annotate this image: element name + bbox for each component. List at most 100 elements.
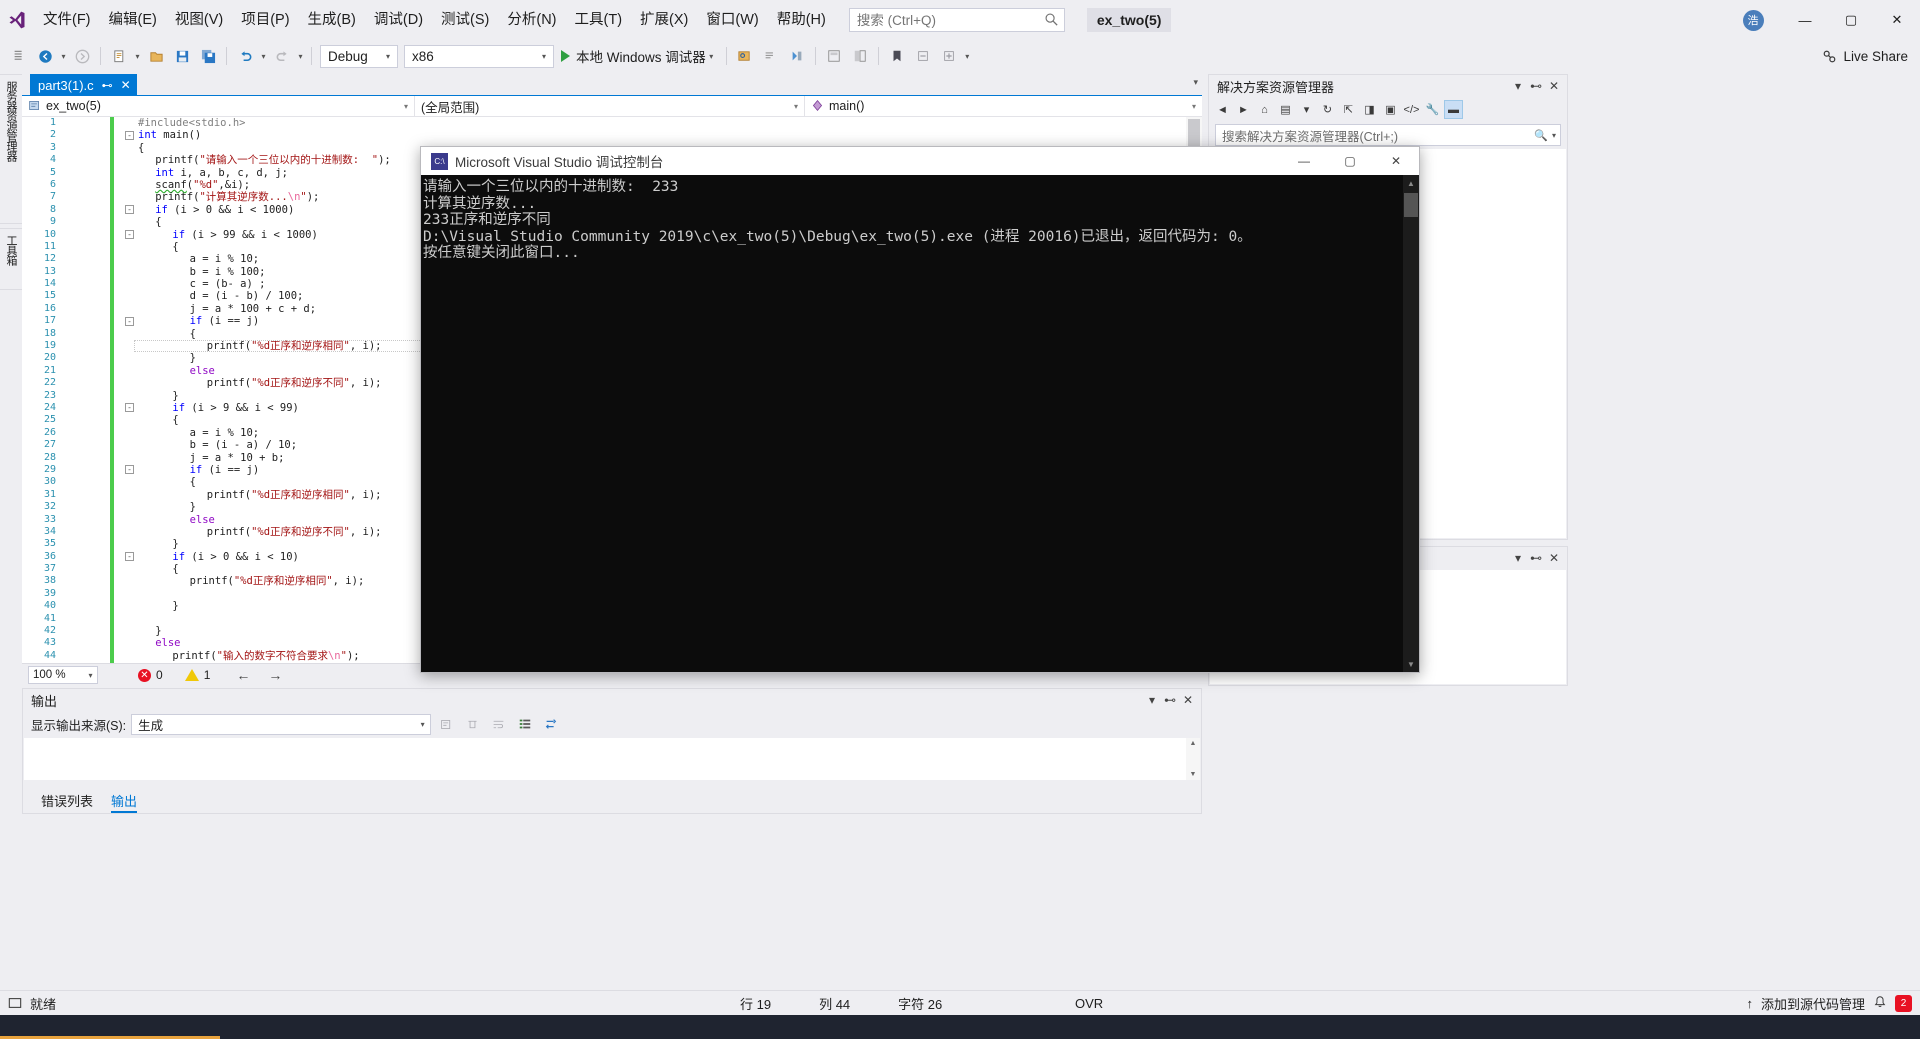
warning-count-chip[interactable]: 1 xyxy=(184,668,210,682)
arrow-up-icon[interactable]: ↑ xyxy=(1746,996,1753,1011)
nav-member-combo[interactable]: main() ▾ xyxy=(805,96,1202,117)
toolbar-misc-icon-5[interactable] xyxy=(911,44,935,68)
code-view-icon[interactable]: </> xyxy=(1402,100,1421,119)
pending-changes-icon[interactable]: ▤ xyxy=(1276,100,1295,119)
bookmark-icon[interactable] xyxy=(885,44,909,68)
new-project-caret[interactable]: ▾ xyxy=(132,44,143,68)
undo-caret[interactable]: ▾ xyxy=(258,44,269,68)
close-icon[interactable]: ✕ xyxy=(1179,693,1197,707)
chevron-down-icon[interactable]: ▾ xyxy=(398,102,414,111)
menu-edit[interactable]: 编辑(E) xyxy=(100,0,166,40)
menu-help[interactable]: 帮助(H) xyxy=(768,0,835,40)
close-icon[interactable]: ✕ xyxy=(121,78,131,92)
document-tab-part3[interactable]: part3(1).c ⊷ ✕ xyxy=(30,74,137,96)
console-vertical-scrollbar[interactable]: ▲ ▼ xyxy=(1403,175,1419,672)
panel-menu-icon[interactable]: ▾ xyxy=(1143,693,1161,707)
tab-overflow-caret[interactable]: ▾ xyxy=(1193,77,1198,88)
close-icon[interactable]: ✕ xyxy=(1545,551,1563,565)
toolbar-options-icon[interactable] xyxy=(7,44,31,68)
search-input[interactable] xyxy=(848,8,1065,32)
chevron-down-icon[interactable]: ▾ xyxy=(1297,100,1316,119)
chevron-down-icon[interactable]: ▾ xyxy=(1186,102,1202,111)
fold-toggle-icon[interactable]: - xyxy=(125,230,134,240)
pin-icon[interactable]: ⊷ xyxy=(102,79,113,92)
toolbar-misc-icon-1[interactable] xyxy=(759,44,783,68)
output-toggle-wordwrap-icon[interactable] xyxy=(488,714,509,735)
save-all-icon[interactable] xyxy=(196,44,220,68)
undo-icon[interactable] xyxy=(233,44,257,68)
vtab-toolbox[interactable]: 工具箱 xyxy=(0,228,23,290)
navigate-backward-icon[interactable] xyxy=(33,44,57,68)
menu-build[interactable]: 生成(B) xyxy=(299,0,365,40)
bell-icon[interactable] xyxy=(1873,995,1887,1012)
output-find-icon[interactable] xyxy=(436,714,457,735)
open-file-icon[interactable] xyxy=(144,44,168,68)
scroll-up-arrow-icon[interactable]: ▲ xyxy=(1403,175,1419,191)
chevron-down-icon[interactable]: ▾ xyxy=(84,671,97,680)
menu-extensions[interactable]: 扩展(X) xyxy=(631,0,697,40)
panel-menu-icon[interactable]: ▾ xyxy=(1509,79,1527,93)
account-button[interactable]: 浩 xyxy=(1736,5,1770,35)
back-icon[interactable]: ◄ xyxy=(1213,100,1232,119)
menu-file[interactable]: 文件(F) xyxy=(34,0,100,40)
console-close-button[interactable]: ✕ xyxy=(1373,147,1419,175)
fold-toggle-icon[interactable]: - xyxy=(125,316,134,326)
chevron-down-icon[interactable]: ▾ xyxy=(537,52,551,61)
notification-badge[interactable]: 2 xyxy=(1895,994,1912,1012)
chevron-down-icon[interactable]: ▾ xyxy=(415,720,430,729)
output-clear-icon[interactable] xyxy=(462,714,483,735)
nav-project-combo[interactable]: ex_two(5) ▾ xyxy=(22,95,415,117)
start-debugging-caret[interactable]: ▾ xyxy=(706,44,717,68)
chevron-down-icon[interactable]: ▾ xyxy=(788,102,804,111)
panel-menu-icon[interactable]: ▾ xyxy=(1509,551,1527,565)
scroll-down-arrow-icon[interactable]: ▼ xyxy=(1186,769,1200,780)
live-share-button[interactable]: Live Share xyxy=(1822,44,1908,68)
output-source-combo[interactable]: 生成 ▾ xyxy=(131,713,432,735)
output-list-icon[interactable] xyxy=(514,714,535,735)
fold-toggle-icon[interactable]: - xyxy=(125,205,134,215)
tab-output[interactable]: 输出 xyxy=(111,791,138,813)
solution-platform-combo[interactable]: x86 ▾ xyxy=(404,44,554,68)
solution-name-chip[interactable]: ex_two(5) xyxy=(1086,8,1172,32)
maximize-button[interactable]: ▢ xyxy=(1828,0,1874,40)
chevron-down-icon[interactable]: ▾ xyxy=(1552,131,1556,140)
code-line[interactable]: 1 #include<stdio.h> xyxy=(22,117,1202,129)
toolbar-misc-icon-4[interactable] xyxy=(848,44,872,68)
pin-icon[interactable]: ⊷ xyxy=(1527,79,1545,93)
menu-view[interactable]: 视图(V) xyxy=(166,0,232,40)
scroll-up-arrow-icon[interactable]: ▲ xyxy=(1186,738,1200,749)
source-control-label[interactable]: 添加到源代码管理 xyxy=(1761,994,1865,1013)
menu-window[interactable]: 窗口(W) xyxy=(697,0,767,40)
search-icon[interactable] xyxy=(1044,12,1059,27)
scroll-down-arrow-icon[interactable]: ▼ xyxy=(1403,656,1419,672)
redo-icon[interactable] xyxy=(270,44,294,68)
nav-forward-arrow-icon[interactable]: → xyxy=(268,667,282,683)
wrench-icon[interactable]: 🔧 xyxy=(1423,100,1442,119)
close-icon[interactable]: ✕ xyxy=(1545,79,1563,93)
chevron-down-icon[interactable]: ▾ xyxy=(381,52,395,61)
toolbar-misc-icon-6[interactable] xyxy=(937,44,961,68)
collapse-all-icon[interactable]: ⇱ xyxy=(1339,100,1358,119)
toolbar-misc-icon-3[interactable] xyxy=(822,44,846,68)
menu-debug[interactable]: 调试(D) xyxy=(365,0,432,40)
solution-configuration-combo[interactable]: Debug ▾ xyxy=(320,44,398,68)
save-icon[interactable] xyxy=(170,44,194,68)
vtab-server-explorer[interactable]: 服务器资源管理器 xyxy=(0,74,23,224)
zoom-level-select[interactable]: 100 % ▾ xyxy=(28,666,98,684)
start-debugging-button[interactable]: 本地 Windows 调试器 ▾ xyxy=(557,44,721,68)
scrollbar-thumb[interactable] xyxy=(1404,193,1418,217)
home-icon[interactable]: ⌂ xyxy=(1255,100,1274,119)
minimize-button[interactable]: — xyxy=(1782,0,1828,40)
fold-toggle-icon[interactable]: - xyxy=(125,465,134,475)
console-maximize-button[interactable]: ▢ xyxy=(1327,147,1373,175)
navigate-backward-caret[interactable]: ▾ xyxy=(58,44,69,68)
preview-selected-items-icon[interactable]: ▬ xyxy=(1444,100,1463,119)
nav-back-arrow-icon[interactable]: ← xyxy=(236,667,250,683)
attach-process-icon[interactable] xyxy=(733,44,757,68)
solution-explorer-search[interactable]: 搜索解决方案资源管理器(Ctrl+;) 🔍 ▾ xyxy=(1215,124,1561,146)
forward-icon[interactable]: ► xyxy=(1234,100,1253,119)
show-all-files-icon[interactable]: ◨ xyxy=(1360,100,1379,119)
console-output-text[interactable]: 请输入一个三位以内的十进制数: 233 计算其逆序数... 233正序和逆序不同… xyxy=(421,175,1403,672)
fold-toggle-icon[interactable]: - xyxy=(125,552,134,562)
tab-error-list[interactable]: 错误列表 xyxy=(41,791,93,813)
